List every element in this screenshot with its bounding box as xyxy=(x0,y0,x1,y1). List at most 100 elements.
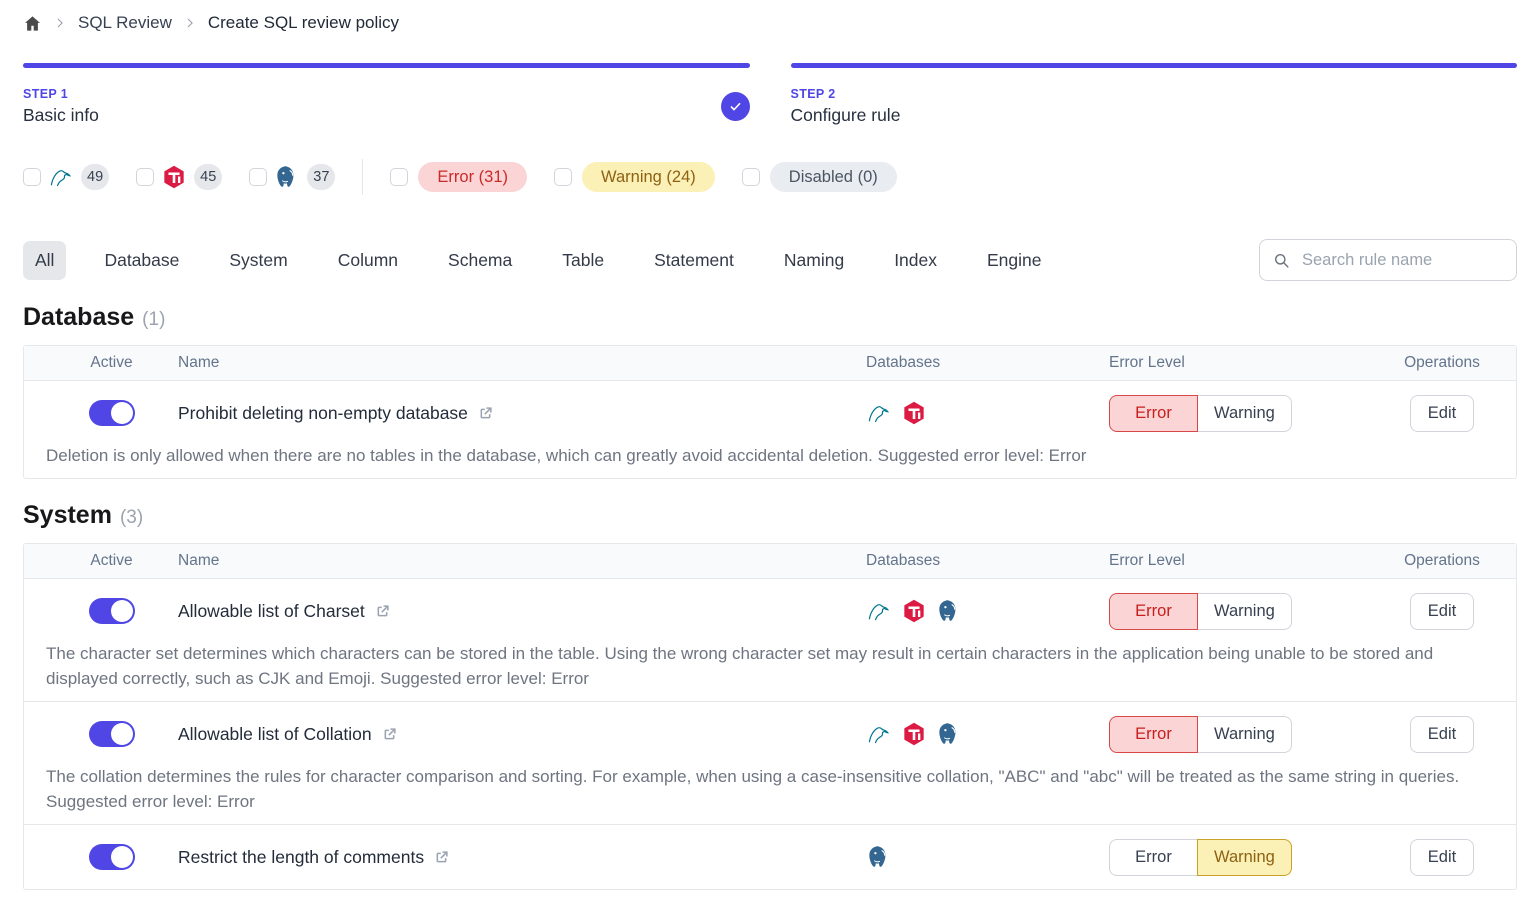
rule-engines xyxy=(844,598,1087,624)
name-cell: Allowable list of Collation xyxy=(156,724,844,745)
error-level-warning-button[interactable]: Warning xyxy=(1197,593,1292,630)
section-database: Database(1) ActiveNameDatabasesError Lev… xyxy=(23,303,1517,479)
name-cell: Restrict the length of comments xyxy=(156,847,844,868)
toggle-knob xyxy=(111,402,133,424)
chevron-right-icon xyxy=(183,16,197,30)
engine-checkbox[interactable] xyxy=(249,168,267,186)
rule-row: Restrict the length of comments Error Wa… xyxy=(24,825,1516,889)
tab-all[interactable]: All xyxy=(23,241,66,280)
step-2[interactable]: STEP 2 Configure rule xyxy=(791,63,1518,126)
error-level-error-button[interactable]: Error xyxy=(1109,716,1198,753)
disabled-level-filter[interactable]: Disabled (0) xyxy=(742,162,897,192)
table-header-row: ActiveNameDatabasesError LevelOperations xyxy=(24,346,1516,381)
rule-entry: Prohibit deleting non-empty database Err… xyxy=(24,381,1516,478)
tab-naming[interactable]: Naming xyxy=(772,241,856,280)
tidb-engine-filter[interactable]: 45 xyxy=(136,164,222,190)
tab-index[interactable]: Index xyxy=(882,241,949,280)
level-pill: Disabled (0) xyxy=(770,162,897,192)
engine-checkbox[interactable] xyxy=(136,168,154,186)
tab-engine[interactable]: Engine xyxy=(975,241,1054,280)
breadcrumb-sql-review[interactable]: SQL Review xyxy=(78,13,172,33)
error-level-cell: Error Warning xyxy=(1087,395,1368,432)
error-level-error-button[interactable]: Error xyxy=(1109,839,1198,876)
error-level-cell: Error Warning xyxy=(1087,593,1368,630)
postgres-icon xyxy=(936,598,962,624)
search-rule-box[interactable] xyxy=(1259,239,1517,281)
operations-cell: Edit xyxy=(1368,395,1516,432)
engine-count-badge: 37 xyxy=(307,164,335,190)
chevron-right-icon xyxy=(53,16,67,30)
active-cell xyxy=(67,400,156,426)
search-input[interactable] xyxy=(1300,250,1504,271)
category-tabs: All Database System Column Schema Table Statem… xyxy=(23,241,1054,280)
error-level-warning-button[interactable]: Warning xyxy=(1197,395,1292,432)
edit-button[interactable]: Edit xyxy=(1410,839,1474,876)
filter-bar: 49 45 37 Error (31) Warning (24) Disable… xyxy=(23,159,1517,195)
mysql-engine-filter[interactable]: 49 xyxy=(23,164,109,190)
edit-button[interactable]: Edit xyxy=(1410,395,1474,432)
step-indicator: STEP 1 Basic info STEP 2 Configure rule xyxy=(23,63,1517,126)
error-level-error-button[interactable]: Error xyxy=(1109,395,1198,432)
tab-schema[interactable]: Schema xyxy=(436,241,524,280)
postgres-engine-filter[interactable]: 37 xyxy=(249,164,335,190)
toggle-knob xyxy=(111,723,133,745)
active-cell xyxy=(67,721,156,747)
active-toggle[interactable] xyxy=(89,844,135,870)
column-header-operations: Operations xyxy=(1368,552,1516,570)
edit-button[interactable]: Edit xyxy=(1410,593,1474,630)
level-checkbox[interactable] xyxy=(742,168,760,186)
step-1-label: Basic info xyxy=(23,105,99,126)
engine-checkbox[interactable] xyxy=(23,168,41,186)
rule-engines xyxy=(844,844,1087,870)
level-checkbox[interactable] xyxy=(390,168,408,186)
error-level-filter[interactable]: Error (31) xyxy=(390,162,527,192)
error-level-toggle: Error Warning xyxy=(1109,839,1292,876)
step-1[interactable]: STEP 1 Basic info xyxy=(23,63,750,126)
operations-cell: Edit xyxy=(1368,839,1516,876)
level-filters: Error (31) Warning (24) Disabled (0) xyxy=(390,162,896,192)
error-level-warning-button[interactable]: Warning xyxy=(1197,716,1292,753)
name-cell: Prohibit deleting non-empty database xyxy=(156,403,844,424)
level-checkbox[interactable] xyxy=(554,168,572,186)
external-link-icon[interactable] xyxy=(374,603,391,620)
error-level-toggle: Error Warning xyxy=(1109,716,1292,753)
rule-description: The collation determines the rules for c… xyxy=(24,764,1516,824)
error-level-error-button[interactable]: Error xyxy=(1109,593,1198,630)
active-toggle[interactable] xyxy=(89,598,135,624)
tidb-icon xyxy=(901,598,927,624)
tab-table[interactable]: Table xyxy=(550,241,616,280)
mysql-icon xyxy=(48,164,74,190)
external-link-icon[interactable] xyxy=(477,405,494,422)
section-title: System(3) xyxy=(23,501,1517,530)
name-cell: Allowable list of Charset xyxy=(156,601,844,622)
section-name: Database xyxy=(23,303,134,332)
rule-engines xyxy=(844,721,1087,747)
column-header-active: Active xyxy=(67,354,156,372)
table-header-row: ActiveNameDatabasesError LevelOperations xyxy=(24,544,1516,579)
tab-database[interactable]: Database xyxy=(92,241,191,280)
active-toggle[interactable] xyxy=(89,721,135,747)
warning-level-filter[interactable]: Warning (24) xyxy=(554,162,715,192)
rule-row: Allowable list of Charset Error Warning … xyxy=(24,579,1516,643)
rule-name: Allowable list of Charset xyxy=(178,601,365,622)
rule-engines xyxy=(844,400,1087,426)
column-header-name: Name xyxy=(156,552,844,570)
step-completed-check-icon xyxy=(721,92,750,121)
column-header-databases: Databases xyxy=(844,552,1087,570)
tab-column[interactable]: Column xyxy=(326,241,410,280)
tab-statement[interactable]: Statement xyxy=(642,241,746,280)
external-link-icon[interactable] xyxy=(433,849,450,866)
step-2-eyebrow: STEP 2 xyxy=(791,87,901,101)
active-toggle[interactable] xyxy=(89,400,135,426)
rule-row: Allowable list of Collation Error Warnin… xyxy=(24,702,1516,766)
table-body: Prohibit deleting non-empty database Err… xyxy=(24,381,1516,478)
error-level-warning-button[interactable]: Warning xyxy=(1197,839,1292,876)
tab-system[interactable]: System xyxy=(217,241,299,280)
active-cell xyxy=(67,598,156,624)
external-link-icon[interactable] xyxy=(381,726,398,743)
home-icon[interactable] xyxy=(23,14,42,33)
rule-description: The character set determines which chara… xyxy=(24,641,1516,701)
rule-entry: Allowable list of Collation Error Warnin… xyxy=(24,701,1516,824)
step-1-progress-bar xyxy=(23,63,750,68)
edit-button[interactable]: Edit xyxy=(1410,716,1474,753)
